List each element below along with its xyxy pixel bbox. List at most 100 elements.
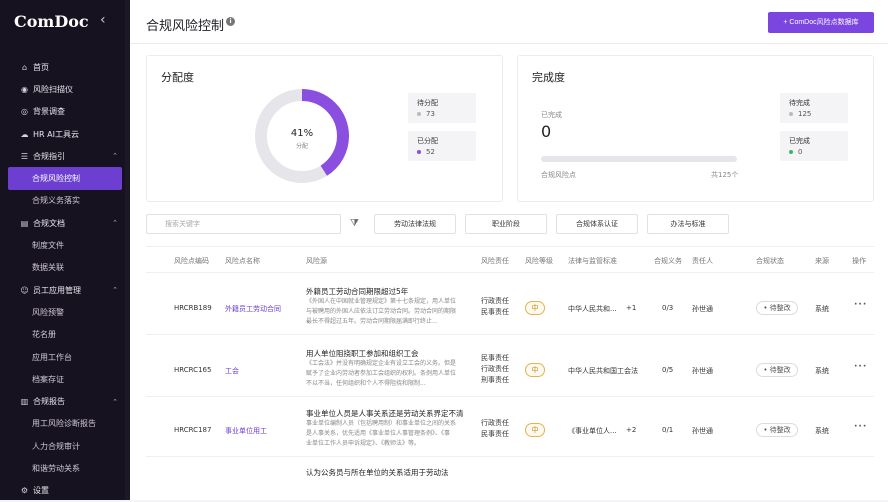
sidebar-item-1[interactable]: ◉ 风险扫描仪: [0, 78, 130, 100]
sidebar-item-5[interactable]: 合规风险控制: [8, 167, 122, 190]
unassigned-value: 73: [426, 110, 435, 118]
row-law-extra[interactable]: +1: [626, 304, 636, 312]
col-header-responsibility: 风险责任: [481, 257, 509, 265]
employee-icon: ☺: [20, 285, 29, 295]
pending-value: 125: [798, 110, 812, 118]
row-responsibility-item: 行政责任: [481, 365, 509, 373]
col-header-origin: 来源: [815, 257, 829, 265]
finished-dot: [789, 150, 793, 154]
col-header-law: 法律与监管标准: [568, 257, 617, 265]
row-divider: [146, 334, 874, 335]
completion-bar-left-label: 合规风险点: [541, 171, 576, 179]
sidebar-item-label: 花名册: [32, 330, 56, 340]
row-risk-level-badge: 中: [525, 301, 545, 315]
home-icon: ⌂: [21, 62, 28, 72]
sidebar: ComDoc ‹ ⌂ 首页 ◉ 风险扫描仪 ◎ 背景调查 ☁ HR AI工具云 ☰ 合规指引 ⌃ 合规…: [0, 0, 130, 500]
assigned-dot: [417, 150, 421, 154]
filter-icon[interactable]: ⧩: [350, 218, 359, 229]
guide-icon: ☰: [20, 151, 29, 161]
sidebar-item-label: 合规文档: [33, 218, 65, 228]
allocation-title: 分配度: [161, 71, 194, 84]
sidebar-item-12[interactable]: 花名册: [0, 324, 130, 346]
background-check-icon: ◎: [21, 107, 28, 117]
add-risk-database-button[interactable]: + ComDoc风险点数据库: [768, 12, 874, 33]
sidebar-item-16[interactable]: 用工风险诊断报告: [0, 413, 130, 435]
finished-stat: 已完成 0: [780, 131, 848, 161]
assigned-label: 已分配: [417, 137, 438, 145]
completion-progress-bar: [541, 156, 737, 162]
topbar: 合规风险控制 i + ComDoc风险点数据库: [130, 0, 888, 44]
col-header-source: 风险源: [306, 257, 327, 265]
sidebar-item-11[interactable]: 风险预警: [0, 301, 130, 323]
document-icon: ▤: [20, 218, 29, 228]
col-header-name: 风险点名称: [225, 257, 260, 265]
row-owner: 孙世通: [692, 305, 713, 313]
sidebar-item-14[interactable]: 档案存证: [0, 368, 130, 390]
completion-title: 完成度: [532, 71, 565, 84]
sidebar-item-label: 制度文件: [32, 241, 64, 251]
row-origin: 系统: [815, 305, 829, 313]
chevron-up-icon: ⌃: [112, 397, 118, 406]
collapse-sidebar-icon[interactable]: ‹: [100, 12, 106, 28]
row-owner: 孙世通: [692, 367, 713, 375]
row-divider: [146, 396, 874, 397]
filter-chip-standards[interactable]: 办法与标准: [647, 214, 729, 234]
col-header-code: 风险点编码: [174, 257, 209, 265]
chevron-up-icon: ⌃: [112, 152, 118, 161]
row-owner: 孙世通: [692, 427, 713, 435]
filter-chip-labor-law[interactable]: 劳动法律法规: [374, 214, 456, 234]
row-more-icon[interactable]: ···: [854, 422, 867, 432]
sidebar-item-15[interactable]: ▥ 合规报告 ⌃: [0, 390, 130, 412]
sidebar-item-label: 背景调查: [33, 107, 65, 117]
col-header-status: 合规状态: [756, 257, 784, 265]
sidebar-item-18[interactable]: 和谐劳动关系: [0, 457, 130, 479]
row-more-icon[interactable]: ···: [854, 362, 867, 372]
completion-card: 完成度 已完成 0 合规风险点 共125个 待完成 125 已完成 0: [517, 55, 874, 202]
row-responsibility-item: 民事责任: [481, 430, 509, 438]
row-source-desc-line: 事业单位编制人员（包括聘用制）和事业单位之间的关系: [306, 420, 457, 427]
filter-chip-compliance-cert[interactable]: 合规体系认证: [556, 214, 638, 234]
sidebar-item-9[interactable]: 数据关联: [0, 257, 130, 279]
row-more-icon[interactable]: ···: [854, 300, 867, 310]
unassigned-label: 待分配: [417, 99, 438, 107]
row-origin: 系统: [815, 427, 829, 435]
col-header-owner: 责任人: [692, 257, 713, 265]
table-header-divider: [146, 272, 874, 273]
sidebar-item-3[interactable]: ☁ HR AI工具云: [0, 123, 130, 145]
sidebar-item-label: 应用工作台: [32, 352, 72, 362]
sidebar-item-19[interactable]: ⚙ 设置: [0, 480, 130, 502]
row-responsibility-item: 行政责任: [481, 419, 509, 427]
sidebar-item-label: 风险扫描仪: [33, 84, 73, 94]
row-name-link[interactable]: 工会: [225, 366, 239, 376]
sidebar-item-10[interactable]: ☺ 员工应用管理 ⌃: [0, 279, 130, 301]
row-responsibility: 民事责任 行政责任 刑事责任: [481, 353, 509, 386]
row-name-link[interactable]: 外籍员工劳动合同: [225, 304, 281, 314]
sidebar-item-2[interactable]: ◎ 背景调查: [0, 101, 130, 123]
col-header-level: 风险等级: [525, 257, 553, 265]
row-source-desc-line: 《外国人在中国就业管理规定》第十七条规定，用人单位: [306, 298, 457, 305]
search-input[interactable]: 搜索关键字: [146, 214, 341, 234]
sidebar-item-0[interactable]: ⌂ 首页: [0, 56, 130, 78]
completion-done-label: 已完成: [541, 111, 562, 119]
sidebar-item-8[interactable]: 制度文件: [0, 234, 130, 256]
row-law-extra[interactable]: +2: [626, 426, 636, 434]
filter-chip-career-stage[interactable]: 职业阶段: [465, 214, 547, 234]
allocation-card: 分配度 41% 分配 待分配 73 已分配 52: [146, 55, 503, 202]
sidebar-item-6[interactable]: 合规义务落实: [0, 190, 130, 212]
info-icon[interactable]: i: [226, 17, 235, 26]
row-divider: [146, 456, 874, 457]
row-source-title: 外籍员工劳动合同期限超过5年: [306, 287, 409, 296]
sidebar-item-7[interactable]: ▤ 合规文档 ⌃: [0, 212, 130, 234]
sidebar-item-label: 合规风险控制: [32, 174, 80, 184]
donut-center-label: 分配: [296, 142, 308, 150]
sidebar-item-4[interactable]: ☰ 合规指引 ⌃: [0, 145, 130, 167]
row-code: HRCRC187: [174, 426, 212, 434]
row-name-link[interactable]: 事业单位用工: [225, 426, 267, 436]
sidebar-item-13[interactable]: 应用工作台: [0, 346, 130, 368]
sidebar-item-17[interactable]: 人力合规审计: [0, 435, 130, 457]
unassigned-dot: [417, 112, 421, 116]
sidebar-item-label: 数据关联: [32, 263, 64, 273]
row-source-title: 用人单位阻挠职工参加和组织工会: [306, 349, 419, 358]
pending-label: 待完成: [789, 99, 810, 107]
brand-logo: ComDoc: [14, 12, 89, 31]
